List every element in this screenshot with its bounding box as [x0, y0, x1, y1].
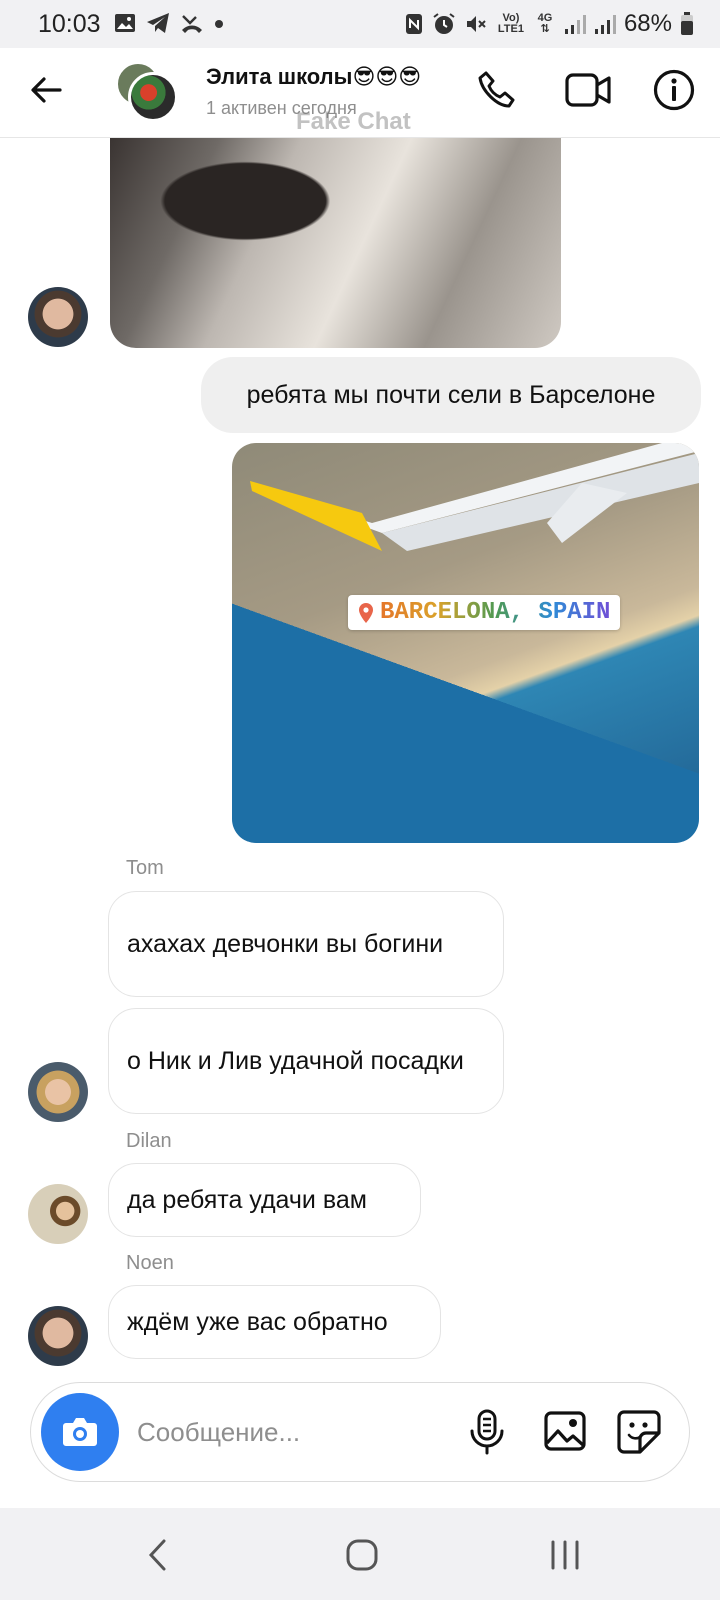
gallery-icon[interactable] — [543, 1409, 587, 1453]
message-text: ахахах девчонки вы богини — [127, 929, 444, 958]
sticker-icon[interactable] — [616, 1409, 662, 1455]
camera-icon — [63, 1418, 97, 1446]
camera-button[interactable] — [41, 1393, 119, 1471]
sender-name: Noen — [126, 1252, 174, 1274]
info-icon[interactable] — [652, 68, 696, 112]
message-composer: Сообщение... — [30, 1382, 690, 1482]
status-right-icons: Vo) LTE1 4G ⇅ 68% — [404, 10, 694, 38]
image-icon — [115, 14, 135, 32]
network-type: 4G — [537, 12, 553, 24]
received-message[interactable]: ждём уже вас обратно — [108, 1285, 441, 1359]
missed-call-icon — [182, 15, 202, 33]
avatar[interactable] — [28, 1062, 88, 1122]
nfc-icon — [405, 14, 422, 34]
shared-photo-barcelona[interactable]: BARCELONA, SPAIN — [232, 443, 699, 843]
volte-icon: Vo) LTE1 — [497, 12, 524, 35]
message-text: да ребята удачи вам — [127, 1185, 367, 1214]
video-call-icon[interactable] — [564, 68, 612, 112]
sender-name: Tom — [126, 857, 164, 879]
avatar[interactable] — [28, 287, 88, 347]
status-time: 10:03 — [38, 10, 101, 38]
back-arrow-icon[interactable] — [28, 72, 64, 108]
sent-message[interactable]: ребята мы почти сели в Барселоне — [201, 357, 701, 433]
message-input[interactable]: Сообщение... — [137, 1417, 300, 1448]
avatar[interactable] — [28, 1184, 88, 1244]
message-text: ждём уже вас обратно — [127, 1307, 388, 1336]
group-avatar-front — [128, 72, 178, 122]
status-left-icons — [114, 12, 224, 34]
received-message[interactable]: да ребята удачи вам — [108, 1163, 421, 1237]
signal-icon — [594, 15, 616, 34]
4g-icon: 4G ⇅ — [537, 12, 553, 35]
nav-back-icon[interactable] — [146, 1538, 170, 1572]
mute-icon — [466, 16, 486, 32]
location-pin-icon — [359, 602, 373, 623]
dot-icon — [215, 20, 223, 28]
alarm-icon — [433, 13, 455, 34]
avatar[interactable] — [28, 1306, 88, 1366]
battery-icon — [681, 12, 693, 35]
signal-icon — [564, 15, 586, 34]
airplane-wing — [250, 443, 699, 551]
group-avatar[interactable] — [116, 62, 180, 126]
nav-recents-icon[interactable] — [548, 1538, 582, 1572]
watermark: Fake Chat — [296, 108, 411, 135]
received-message[interactable]: о Ник и Лив удачной посадки — [108, 1008, 504, 1114]
status-bar: 10:03 Vo) LTE1 4G ⇅ 68% — [0, 0, 720, 48]
battery-percent: 68% — [623, 10, 672, 37]
sent-message-text: ребята мы почти сели в Барселоне — [246, 380, 656, 409]
system-nav-bar — [0, 1508, 720, 1600]
telegram-icon — [147, 13, 169, 33]
microphone-icon[interactable] — [467, 1409, 507, 1455]
shared-photo-top[interactable] — [110, 138, 561, 348]
chat-title[interactable]: Элита школы😎😎😎 — [206, 64, 421, 90]
phone-icon[interactable] — [476, 68, 520, 112]
location-label: BARCELONA, SPAIN — [380, 599, 611, 626]
sender-name: Dilan — [126, 1130, 172, 1152]
message-text: о Ник и Лив удачной посадки — [127, 1046, 464, 1075]
location-sticker: BARCELONA, SPAIN — [348, 595, 621, 630]
received-message[interactable]: ахахах девчонки вы богини — [108, 891, 504, 997]
nav-home-icon[interactable] — [345, 1538, 379, 1572]
chat-header: Элита школы😎😎😎 1 активен сегодня Fake Ch… — [0, 48, 720, 138]
